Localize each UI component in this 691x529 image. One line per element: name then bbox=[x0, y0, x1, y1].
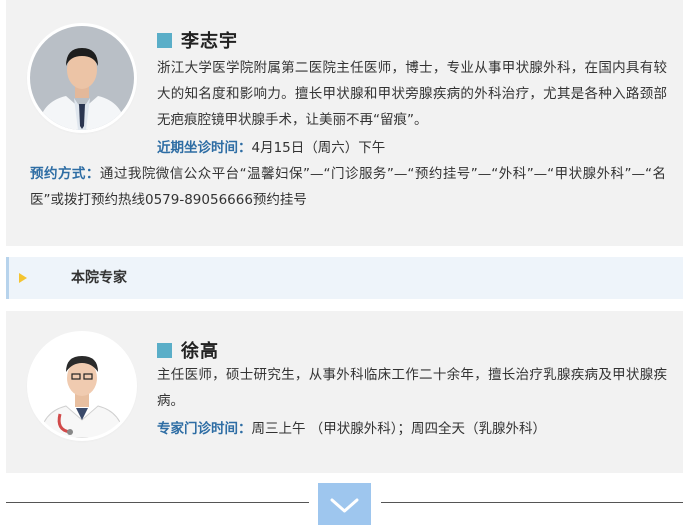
doctor-name: 徐高 bbox=[181, 341, 219, 362]
doctor-name-row: 徐高 bbox=[157, 337, 219, 363]
section-header: 本院专家 bbox=[6, 257, 683, 299]
appointment-text: 通过我院微信公众平台“温馨妇保”—“门诊服务”—“预约挂号”—“外科”—“甲状腺… bbox=[30, 166, 667, 208]
clinic-time-value: 4月15日（周六）下午 bbox=[251, 140, 386, 156]
doctor-name-row: 李志宇 bbox=[157, 27, 238, 53]
appointment-method: 预约方式：通过我院微信公众平台“温馨妇保”—“门诊服务”—“预约挂号”—“外科”… bbox=[30, 161, 666, 213]
doctor-photo bbox=[30, 26, 134, 130]
clinic-time-label: 专家门诊时间： bbox=[157, 421, 252, 437]
doctor-card-1: 李志宇 浙江大学医学院附属第二医院主任医师，博士，专业从事甲状腺外科，在国内具有… bbox=[6, 0, 683, 246]
divider-left bbox=[6, 502, 309, 503]
doctor-name: 李志宇 bbox=[181, 31, 238, 52]
clinic-time: 专家门诊时间：周三上午 （甲状腺外科）；周四全天（乳腺外科） bbox=[157, 416, 546, 442]
doctor-card-2: 徐高 主任医师，硕士研究生，从事外科临床工作二十余年，擅长治疗乳腺疾病及甲状腺疾… bbox=[6, 311, 683, 473]
appointment-label: 预约方式： bbox=[30, 166, 100, 182]
clinic-time-value: 周三上午 （甲状腺外科）；周四全天（乳腺外科） bbox=[251, 421, 547, 437]
section-title: 本院专家 bbox=[71, 270, 127, 286]
clinic-time: 近期坐诊时间：4月15日（周六）下午 bbox=[157, 135, 385, 161]
doctor-bio: 浙江大学医学院附属第二医院主任医师，博士，专业从事甲状腺外科，在国内具有较大的知… bbox=[157, 60, 667, 128]
clinic-time-label: 近期坐诊时间： bbox=[157, 140, 252, 156]
doctor-bio: 主任医师，硕士研究生，从事外科临床工作二十余年，擅长治疗乳腺疾病及甲状腺疾病。 bbox=[157, 367, 667, 409]
divider-right bbox=[381, 502, 683, 503]
doctor-photo bbox=[30, 334, 134, 438]
square-marker-icon bbox=[157, 342, 172, 358]
expand-button[interactable] bbox=[318, 483, 371, 525]
triangle-icon bbox=[19, 273, 27, 283]
chevron-down-icon bbox=[330, 498, 359, 513]
square-marker-icon bbox=[157, 32, 172, 48]
